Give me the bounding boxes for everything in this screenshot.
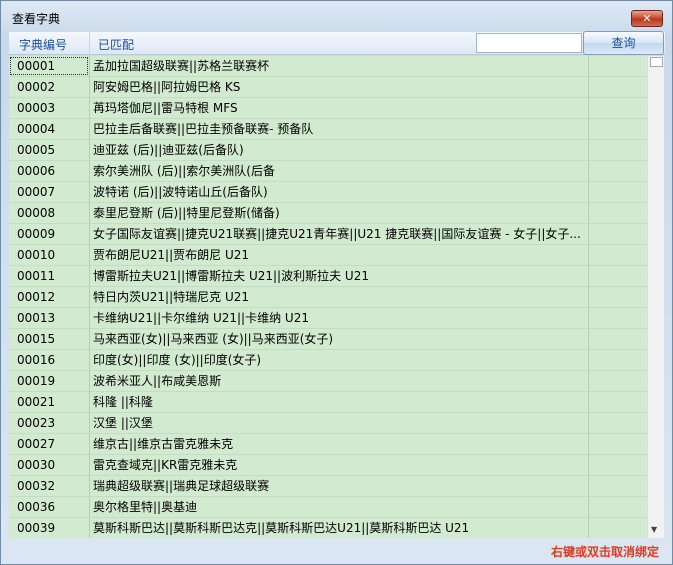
- cell-code[interactable]: 00001: [9, 56, 89, 76]
- table-row[interactable]: 00004 巴拉圭后备联赛||巴拉圭预备联赛- 预备队: [9, 119, 647, 140]
- column-header-matched[interactable]: 已匹配: [98, 36, 134, 53]
- table-row[interactable]: 00010 贾布朗尼U21||贾布朗尼 U21: [9, 245, 647, 266]
- table-row[interactable]: 00030 雷克查域克||KR雷克雅未克: [9, 455, 647, 476]
- cell-matched[interactable]: 卡维纳U21||卡尔维纳 U21||卡维纳 U21: [90, 308, 588, 328]
- cell-code[interactable]: 00019: [9, 371, 89, 391]
- cell-code[interactable]: 00023: [9, 413, 89, 433]
- window-title: 查看字典: [12, 12, 61, 26]
- search-input[interactable]: [476, 33, 582, 53]
- cell-matched[interactable]: 迪亚兹 (后)||迪亚兹(后备队): [90, 140, 588, 160]
- cell-matched[interactable]: 维京古||维京古雷克雅未克: [90, 434, 588, 454]
- status-bar: 右键或双击取消绑定: [9, 538, 665, 560]
- dictionary-window: 查看字典 ✕ 字典编号 已匹配 查询 00039 莫斯科斯巴达||莫斯科斯巴达克|…: [0, 0, 673, 565]
- table-row[interactable]: 00036 奥尔格里特||奥基迪: [9, 497, 647, 518]
- cell-code[interactable]: 00015: [9, 329, 89, 349]
- title-bar: 查看字典 ✕: [1, 1, 672, 31]
- cell-code[interactable]: 00010: [9, 245, 89, 265]
- cell-code[interactable]: 00005: [9, 140, 89, 160]
- table-row[interactable]: 00008 泰里尼登斯 (后)||特里尼登斯(储备): [9, 203, 647, 224]
- table-row[interactable]: 00012 特日内茨U21||特瑞尼克 U21: [9, 287, 647, 308]
- cell-matched[interactable]: 特日内茨U21||特瑞尼克 U21: [90, 287, 588, 307]
- cell-matched[interactable]: 巴拉圭后备联赛||巴拉圭预备联赛- 预备队: [90, 119, 588, 139]
- grid-line: [588, 56, 589, 538]
- table-row[interactable]: 00005 迪亚兹 (后)||迪亚兹(后备队): [9, 140, 647, 161]
- cell-code[interactable]: 00004: [9, 119, 89, 139]
- table-row[interactable]: 00016 印度(女)||印度 (女)||印度(女子): [9, 350, 647, 371]
- cell-code[interactable]: 00039: [9, 518, 89, 538]
- table-row[interactable]: 00009 女子国际友谊赛||捷克U21联赛||捷克U21青年赛||U21 捷克联…: [9, 224, 647, 245]
- cell-matched[interactable]: 雷克查域克||KR雷克雅未克: [90, 455, 588, 475]
- table-row[interactable]: 00006 索尔美洲队 (后)||索尔美洲队(后备: [9, 161, 647, 182]
- table-row[interactable]: 00027 维京古||维京古雷克雅未克: [9, 434, 647, 455]
- cell-matched[interactable]: 马来西亚(女)||马来西亚 (女)||马来西亚(女子): [90, 329, 588, 349]
- cell-matched[interactable]: 汉堡 ||汉堡: [90, 413, 588, 433]
- cell-matched[interactable]: 泰里尼登斯 (后)||特里尼登斯(储备): [90, 203, 588, 223]
- cell-matched[interactable]: 贾布朗尼U21||贾布朗尼 U21: [90, 245, 588, 265]
- cell-code[interactable]: 00036: [9, 497, 89, 517]
- cell-code[interactable]: 00013: [9, 308, 89, 328]
- cell-code[interactable]: 00009: [9, 224, 89, 244]
- cell-code[interactable]: 00027: [9, 434, 89, 454]
- table-row[interactable]: 00007 波特诺 (后)||波特诺山丘(后备队): [9, 182, 647, 203]
- column-separator: [89, 32, 90, 55]
- cell-matched[interactable]: 印度(女)||印度 (女)||印度(女子): [90, 350, 588, 370]
- cell-matched[interactable]: 女子国际友谊赛||捷克U21联赛||捷克U21青年赛||U21 捷克联赛||国际…: [90, 224, 588, 244]
- table-row[interactable]: 00011 博雷斯拉夫U21||博雷斯拉夫 U21||波利斯拉夫 U21: [9, 266, 647, 287]
- cell-code[interactable]: 00003: [9, 98, 89, 118]
- cell-code[interactable]: 00011: [9, 266, 89, 286]
- cell-code[interactable]: 00008: [9, 203, 89, 223]
- unbind-hint: 右键或双击取消绑定: [550, 545, 659, 559]
- table-row[interactable]: 00001 孟加拉国超级联赛||苏格兰联赛杯: [9, 56, 647, 77]
- grid-line: [89, 56, 90, 538]
- table-row[interactable]: 00039 莫斯科斯巴达||莫斯科斯巴达克||莫斯科斯巴达U21||莫斯科斯巴达 …: [9, 518, 647, 538]
- cell-matched[interactable]: 孟加拉国超级联赛||苏格兰联赛杯: [90, 56, 588, 76]
- vertical-scrollbar[interactable]: ▼: [647, 56, 664, 538]
- cell-code[interactable]: 00021: [9, 392, 89, 412]
- table-row[interactable]: 00015 马来西亚(女)||马来西亚 (女)||马来西亚(女子): [9, 329, 647, 350]
- cell-matched[interactable]: 科隆 ||科隆: [90, 392, 588, 412]
- column-header-code[interactable]: 字典编号: [19, 36, 67, 53]
- cell-matched[interactable]: 莫斯科斯巴达||莫斯科斯巴达克||莫斯科斯巴达U21||莫斯科斯巴达 U21: [90, 518, 588, 538]
- cell-code[interactable]: 00016: [9, 350, 89, 370]
- query-button[interactable]: 查询: [583, 31, 664, 55]
- cell-matched[interactable]: 波特诺 (后)||波特诺山丘(后备队): [90, 182, 588, 202]
- table-row[interactable]: 00003 苒玛塔伽尼||雷马特根 MFS: [9, 98, 647, 119]
- cell-code[interactable]: 00032: [9, 476, 89, 496]
- scroll-down-icon[interactable]: ▼: [651, 526, 657, 534]
- cell-matched[interactable]: 奥尔格里特||奥基迪: [90, 497, 588, 517]
- table-row[interactable]: 00013 卡维纳U21||卡尔维纳 U21||卡维纳 U21: [9, 308, 647, 329]
- table-row[interactable]: 00021 科隆 ||科隆: [9, 392, 647, 413]
- scrollbar-thumb[interactable]: [650, 57, 663, 67]
- cell-matched[interactable]: 博雷斯拉夫U21||博雷斯拉夫 U21||波利斯拉夫 U21: [90, 266, 588, 286]
- cell-matched[interactable]: 索尔美洲队 (后)||索尔美洲队(后备: [90, 161, 588, 181]
- cell-code[interactable]: 00012: [9, 287, 89, 307]
- cell-matched[interactable]: 瑞典超级联赛||瑞典足球超级联赛: [90, 476, 588, 496]
- cell-matched[interactable]: 阿安姆巴格||阿拉姆巴格 KS: [90, 77, 588, 97]
- cell-code[interactable]: 00002: [9, 77, 89, 97]
- table-row[interactable]: 00019 波希米亚人||布咸美恩斯: [9, 371, 647, 392]
- cell-matched[interactable]: 苒玛塔伽尼||雷马特根 MFS: [90, 98, 588, 118]
- dictionary-table[interactable]: 00039 莫斯科斯巴达||莫斯科斯巴达克||莫斯科斯巴达U21||莫斯科斯巴达 …: [9, 56, 647, 538]
- cell-code[interactable]: 00007: [9, 182, 89, 202]
- close-button[interactable]: ✕: [631, 10, 663, 27]
- table-row[interactable]: 00023 汉堡 ||汉堡: [9, 413, 647, 434]
- table-row[interactable]: 00002 阿安姆巴格||阿拉姆巴格 KS: [9, 77, 647, 98]
- table-row[interactable]: 00032 瑞典超级联赛||瑞典足球超级联赛: [9, 476, 647, 497]
- cell-matched[interactable]: 波希米亚人||布咸美恩斯: [90, 371, 588, 391]
- cell-code[interactable]: 00006: [9, 161, 89, 181]
- cell-code[interactable]: 00030: [9, 455, 89, 475]
